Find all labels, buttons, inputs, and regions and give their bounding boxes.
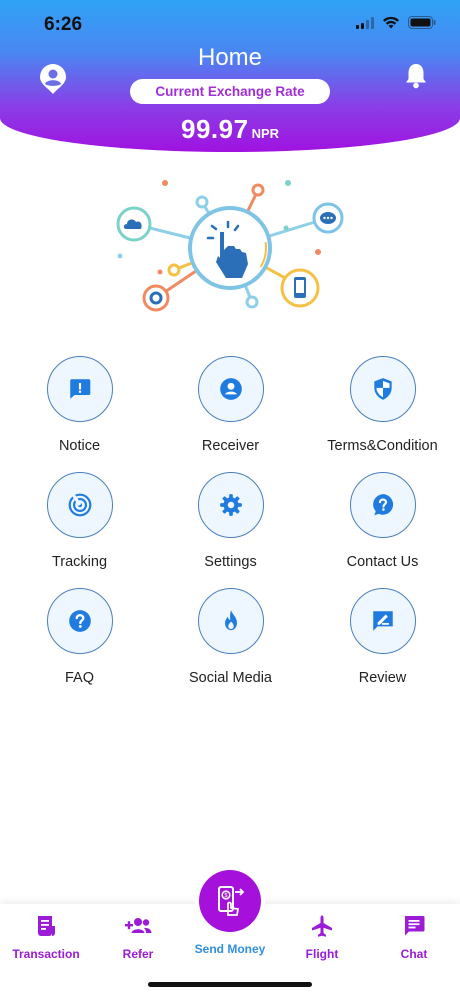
nav-item-refer[interactable]: Refer xyxy=(92,914,184,961)
help-chat-icon xyxy=(349,472,416,538)
wifi-icon xyxy=(383,16,399,29)
menu-item-label: Review xyxy=(358,670,407,686)
chat-icon xyxy=(404,916,425,936)
menu-item-label: Tracking xyxy=(51,554,108,570)
signal-icon xyxy=(356,16,374,29)
notification-button[interactable] xyxy=(404,62,428,90)
menu-item-review[interactable]: Review xyxy=(306,588,459,686)
menu-item-notice[interactable]: Notice xyxy=(3,356,156,454)
menu-item-label: FAQ xyxy=(64,670,94,686)
send-money-button[interactable]: $ xyxy=(199,870,261,932)
menu-item-label: Settings xyxy=(204,554,257,570)
menu-item-label: Receiver xyxy=(201,438,260,454)
menu-item-label: Terms&Condition xyxy=(327,438,438,454)
shield-icon xyxy=(349,356,416,422)
hero-illustration xyxy=(108,174,352,318)
bell-icon xyxy=(406,64,426,89)
menu-item-label: Notice xyxy=(58,438,101,454)
airplane-icon xyxy=(312,915,332,937)
nav-label: Send Money xyxy=(194,942,266,956)
menu-row: Tracking Settings Contact Us xyxy=(0,472,460,582)
nav-item-chat[interactable]: Chat xyxy=(368,914,460,961)
status-time: 6:26 xyxy=(44,14,83,35)
exchange-rate-value: 99.97 xyxy=(180,114,249,144)
network-touch-illustration xyxy=(116,180,344,312)
header: 6:26 Home Current Exchange Rate 99.97 NP… xyxy=(0,0,460,152)
page-title: Home xyxy=(197,44,263,71)
exchange-rate-display: 99.97 NPR xyxy=(0,114,460,145)
receiver-icon xyxy=(197,356,264,422)
receipt-icon xyxy=(38,916,55,936)
menu-item-terms[interactable]: Terms&Condition xyxy=(306,356,459,454)
status-bar: 6:26 xyxy=(0,0,460,50)
add-group-icon xyxy=(125,918,152,933)
tracking-icon xyxy=(46,472,113,538)
menu-item-label: Social Media xyxy=(188,670,272,686)
menu-item-contact[interactable]: Contact Us xyxy=(306,472,459,570)
menu-item-settings[interactable]: Settings xyxy=(154,472,307,570)
exchange-rate-pill[interactable]: Current Exchange Rate xyxy=(130,79,330,104)
flame-icon xyxy=(197,588,264,654)
svg-text:$: $ xyxy=(224,892,228,899)
nav-label: Transaction xyxy=(12,947,80,961)
menu-item-faq[interactable]: FAQ xyxy=(3,588,156,686)
menu-row: FAQ Social Media Review xyxy=(0,588,460,698)
send-money-icon: $ xyxy=(218,886,245,916)
exchange-rate-unit: NPR xyxy=(251,126,280,141)
nav-item-flight[interactable]: Flight xyxy=(276,914,368,961)
battery-icon xyxy=(408,16,436,29)
question-icon xyxy=(46,588,113,654)
nav-item-transaction[interactable]: Transaction xyxy=(0,914,92,961)
gear-icon xyxy=(197,472,264,538)
nav-label: Chat xyxy=(400,947,428,961)
nav-label: Refer xyxy=(122,947,154,961)
status-icons xyxy=(356,16,436,29)
nav-item-send-money[interactable]: Send Money xyxy=(184,938,276,956)
notice-icon xyxy=(46,356,113,422)
menu-item-label: Contact Us xyxy=(346,554,419,570)
menu-item-tracking[interactable]: Tracking xyxy=(3,472,156,570)
menu-item-receiver[interactable]: Receiver xyxy=(154,356,307,454)
menu-row: Notice Receiver Terms&Condition xyxy=(0,356,460,466)
nav-label: Flight xyxy=(305,947,339,961)
menu-item-social-media[interactable]: Social Media xyxy=(154,588,307,686)
home-indicator xyxy=(148,982,312,987)
review-icon xyxy=(349,588,416,654)
